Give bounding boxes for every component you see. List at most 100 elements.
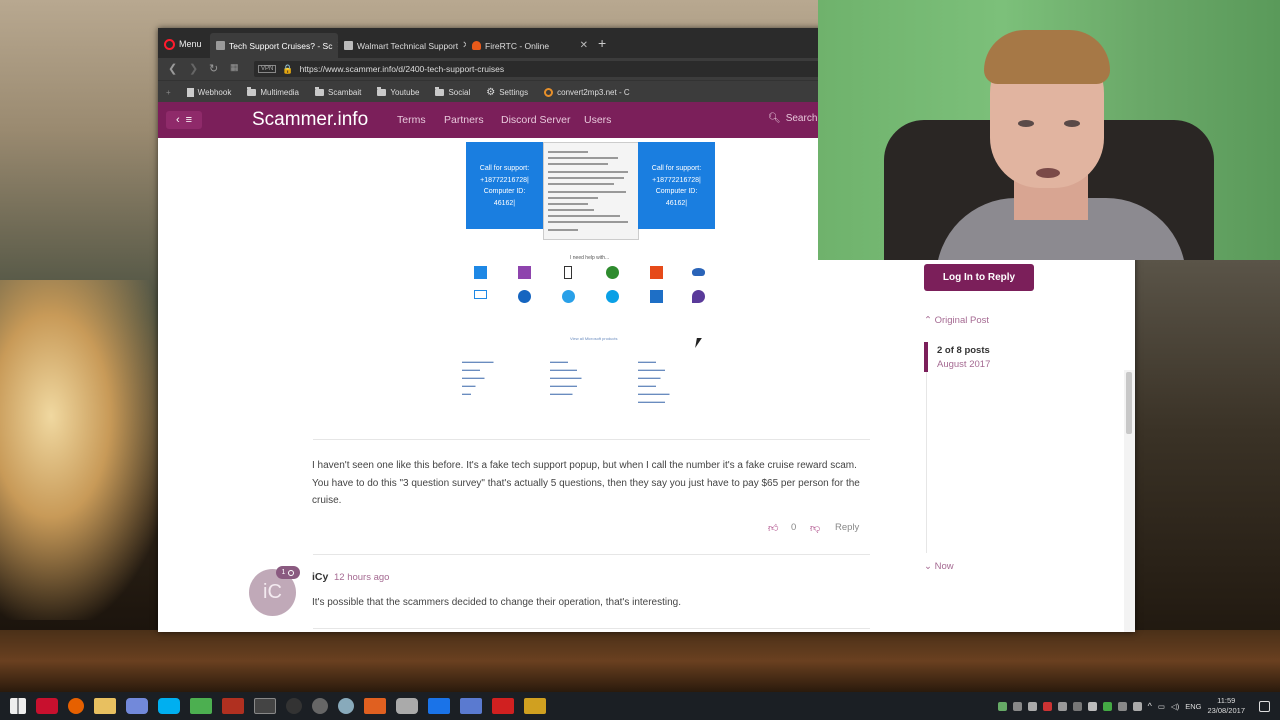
folder-icon <box>435 86 445 96</box>
app-icon[interactable] <box>338 698 354 714</box>
tray-icon[interactable] <box>1132 701 1142 711</box>
internet-explorer-icon <box>562 290 575 303</box>
clock[interactable]: 11:59 23/08/2017 <box>1207 696 1245 716</box>
tray-icon[interactable] <box>1012 701 1022 711</box>
obs-icon[interactable] <box>286 698 302 714</box>
dislike-button[interactable]: 👎︎ <box>810 522 820 534</box>
webcam-overlay <box>818 0 1280 260</box>
tray-icon[interactable] <box>1102 701 1112 711</box>
bookmark-settings[interactable]: ⚙ Settings <box>478 87 536 98</box>
network-icon[interactable]: ▭ <box>1158 702 1165 711</box>
opera-menu-button[interactable]: Menu <box>164 35 202 53</box>
help-heading: I need help with... <box>570 255 610 261</box>
reply-username[interactable]: iCy <box>312 571 328 583</box>
person-eye <box>1018 120 1034 127</box>
edge-icon <box>518 290 531 303</box>
tray-icon[interactable] <box>1072 701 1082 711</box>
app-icon[interactable] <box>524 698 546 714</box>
log-in-to-reply-button[interactable]: Log In to Reply <box>924 264 1034 291</box>
tray-icon[interactable] <box>1057 701 1067 711</box>
badge-icon <box>288 569 295 576</box>
nav-users[interactable]: Users <box>584 114 611 126</box>
tab-walmart-support[interactable]: Walmart Technical Support ✕ <box>338 33 466 58</box>
tray-icon[interactable] <box>997 701 1007 711</box>
footer-col-3: ▬▬▬▬ ▬▬▬▬▬▬ ▬▬▬▬▬ ▬▬▬▬ ▬▬▬▬▬▬▬ ▬▬▬▬▬▬ <box>638 359 670 404</box>
gear-icon: ⚙ <box>486 86 496 98</box>
surface-icon <box>474 290 487 299</box>
reload-icon[interactable]: ↻ <box>209 62 218 75</box>
fire-icon <box>472 41 481 50</box>
new-tab-button[interactable]: + <box>598 36 606 50</box>
convert-icon <box>544 87 554 97</box>
search-button[interactable]: 🔍︎ Search <box>768 113 817 124</box>
tray-icon[interactable] <box>1117 701 1127 711</box>
tabs-grid-icon[interactable]: ▦ <box>230 62 239 73</box>
bookmark-social[interactable]: Social <box>427 86 478 97</box>
folder-icon <box>247 86 257 96</box>
steam-icon[interactable] <box>312 698 328 714</box>
footer-col-2: ▬▬▬▬ ▬▬▬▬▬▬ ▬▬▬▬▬▬▬ ▬▬▬▬▬▬ ▬▬▬▬▬ <box>550 359 582 396</box>
app-icon[interactable] <box>428 698 450 714</box>
close-tab-icon[interactable]: ✕ <box>580 40 588 51</box>
person-eye <box>1064 120 1080 127</box>
xbox-icon <box>606 266 619 279</box>
vpn-badge[interactable]: VPN <box>258 65 277 73</box>
tray-icon[interactable] <box>1087 701 1097 711</box>
footer-col-1: ▬▬▬▬▬▬▬ ▬▬▬▬ ▬▬▬▬▬ ▬▬▬ ▬▬ <box>462 359 494 396</box>
volume-icon[interactable]: ◁) <box>1171 702 1179 711</box>
page-icon <box>216 41 225 50</box>
page-scrollbar[interactable] <box>1124 370 1135 632</box>
app-icon[interactable] <box>222 698 244 714</box>
scrubber-track[interactable] <box>926 358 927 553</box>
bookmark-youtube[interactable]: Youtube <box>369 86 427 97</box>
folder-icon <box>377 86 387 96</box>
reply-body: It's possible that the scammers decided … <box>312 597 682 608</box>
scrubber-handle[interactable] <box>924 342 928 372</box>
like-button[interactable]: 👍︎ <box>768 522 778 534</box>
app-icon[interactable] <box>492 698 514 714</box>
skype-icon[interactable] <box>158 698 180 714</box>
back-menu-button[interactable]: ‹ ≡ <box>166 111 202 129</box>
notifications-icon[interactable] <box>1259 700 1270 712</box>
page-icon <box>186 87 194 97</box>
discord-icon[interactable] <box>126 698 148 714</box>
windows-start-icon[interactable] <box>10 698 26 714</box>
reply-button[interactable]: Reply <box>835 522 859 533</box>
bookmark-webhook[interactable]: Webhook <box>179 87 240 97</box>
app-icon[interactable] <box>364 698 386 714</box>
original-post-link[interactable]: ⌃ Original Post <box>924 315 989 326</box>
outlook-icon <box>650 290 663 303</box>
divider <box>313 439 870 440</box>
chevron-up-icon[interactable]: ^ <box>1148 701 1152 711</box>
firefox-icon[interactable] <box>68 698 84 714</box>
fake-dialog <box>543 142 639 240</box>
bookmark-multimedia[interactable]: Multimedia <box>239 86 307 97</box>
system-tray: ^ ▭ ◁) ENG 11:59 23/08/2017 <box>997 692 1280 720</box>
back-icon[interactable]: ❮ <box>168 62 177 75</box>
tray-icon[interactable] <box>1027 701 1037 711</box>
app-icon[interactable] <box>396 698 418 714</box>
post-body: I haven't seen one like this before. It'… <box>312 460 860 506</box>
terminal-icon[interactable] <box>254 698 276 714</box>
bookmark-convert2mp3[interactable]: convert2mp3.net - C <box>536 87 637 97</box>
embedded-screenshot[interactable]: Call for support: +18772216728| Computer… <box>462 142 716 412</box>
notepad-icon[interactable] <box>190 698 212 714</box>
tab-firertc[interactable]: FireRTC - Online ✕ <box>466 33 594 58</box>
forward-icon[interactable]: ❯ <box>189 62 198 75</box>
language-indicator[interactable]: ENG <box>1185 702 1201 711</box>
site-logo[interactable]: Scammer.info <box>252 109 368 131</box>
app-icon[interactable] <box>460 698 482 714</box>
tray-icon[interactable] <box>1042 701 1052 711</box>
opera-icon[interactable] <box>36 698 58 714</box>
reply-time[interactable]: 12 hours ago <box>334 572 389 583</box>
scrubber-position: 2 of 8 posts <box>937 345 990 356</box>
nav-partners[interactable]: Partners <box>444 114 484 126</box>
scrollbar-thumb[interactable] <box>1126 372 1132 434</box>
now-link[interactable]: ⌄ Now <box>924 561 954 572</box>
nav-terms[interactable]: Terms <box>397 114 426 126</box>
add-bookmark-icon[interactable]: + <box>158 88 179 97</box>
nav-discord-server[interactable]: Discord Server <box>501 114 570 126</box>
file-explorer-icon[interactable] <box>94 698 116 714</box>
tab-tech-support-cruises[interactable]: Tech Support Cruises? - Sc ✕ <box>210 33 338 58</box>
bookmark-scambait[interactable]: Scambait <box>307 86 369 97</box>
